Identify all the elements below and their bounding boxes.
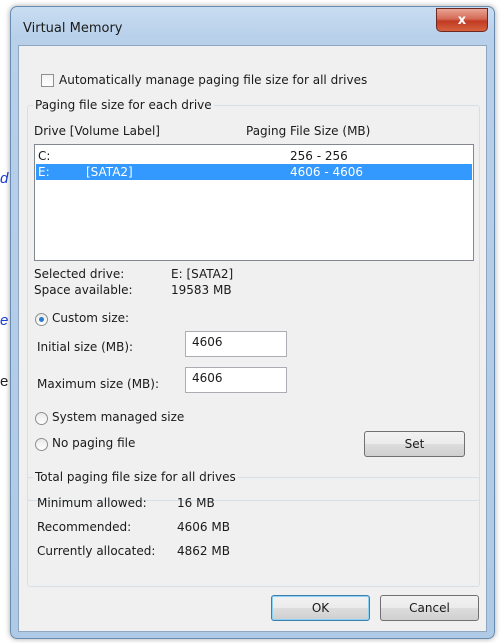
drive-row-e[interactable]: E: [SATA2] 4606 - 4606 [36, 164, 472, 180]
space-available-label: Space available: [34, 283, 133, 297]
dialog-body: Automatically manage paging file size fo… [18, 45, 487, 632]
ok-button-label: OK [311, 601, 330, 615]
drives-group-title: Paging file size for each drive [33, 98, 214, 112]
currently-allocated-value: 4862 MB [177, 544, 230, 558]
background-text-fragment: e [0, 312, 9, 329]
auto-manage-label[interactable]: Automatically manage paging file size fo… [59, 73, 367, 87]
drive-row-c[interactable]: C: 256 - 256 [36, 148, 472, 164]
set-button-label: Set [404, 437, 425, 451]
recommended-label: Recommended: [37, 520, 132, 534]
set-button[interactable]: Set [364, 431, 465, 457]
minimum-allowed-value: 16 MB [177, 496, 215, 510]
auto-manage-checkbox[interactable] [41, 74, 54, 87]
maximum-size-label: Maximum size (MB): [37, 377, 160, 391]
drive-letter: C: [38, 149, 51, 163]
background-text-fragment: e [0, 373, 9, 390]
no-paging-label[interactable]: No paging file [52, 436, 135, 450]
volume-label: [SATA2] [86, 165, 133, 179]
initial-size-value: 4606 [192, 335, 223, 349]
title-bar[interactable]: Virtual Memory x [11, 7, 494, 45]
recommended-value: 4606 MB [177, 520, 230, 534]
cancel-button-label: Cancel [409, 601, 450, 615]
custom-size-radio[interactable] [35, 313, 48, 326]
background-text-fragment: d [0, 170, 9, 187]
maximum-size-input[interactable]: 4606 [185, 367, 287, 393]
drive-list[interactable]: C: 256 - 256 E: [SATA2] 4606 - 4606 [34, 144, 474, 261]
selected-drive-value: E: [SATA2] [171, 267, 234, 281]
close-button[interactable]: x [436, 8, 488, 32]
virtual-memory-dialog: Virtual Memory x Automatically manage pa… [10, 6, 495, 639]
column-header-drive: Drive [Volume Label] [34, 124, 160, 138]
cancel-button[interactable]: Cancel [380, 595, 479, 621]
selected-drive-label: Selected drive: [34, 267, 125, 281]
no-paging-radio[interactable] [35, 438, 48, 451]
custom-size-label[interactable]: Custom size: [52, 311, 129, 325]
minimum-allowed-label: Minimum allowed: [37, 496, 147, 510]
paging-size: 4606 - 4606 [290, 165, 364, 179]
initial-size-input[interactable]: 4606 [185, 331, 287, 357]
maximum-size-value: 4606 [192, 371, 223, 385]
initial-size-label: Initial size (MB): [37, 340, 134, 354]
system-managed-radio[interactable] [35, 412, 48, 425]
currently-allocated-label: Currently allocated: [37, 544, 156, 558]
column-header-size: Paging File Size (MB) [246, 124, 371, 138]
window-title: Virtual Memory [23, 21, 123, 36]
paging-size: 256 - 256 [290, 149, 348, 163]
drive-letter: E: [38, 165, 50, 179]
system-managed-label[interactable]: System managed size [52, 410, 184, 424]
space-available-value: 19583 MB [171, 283, 232, 297]
close-icon: x [457, 12, 467, 28]
totals-group-title: Total paging file size for all drives [33, 470, 238, 484]
ok-button[interactable]: OK [271, 595, 370, 621]
